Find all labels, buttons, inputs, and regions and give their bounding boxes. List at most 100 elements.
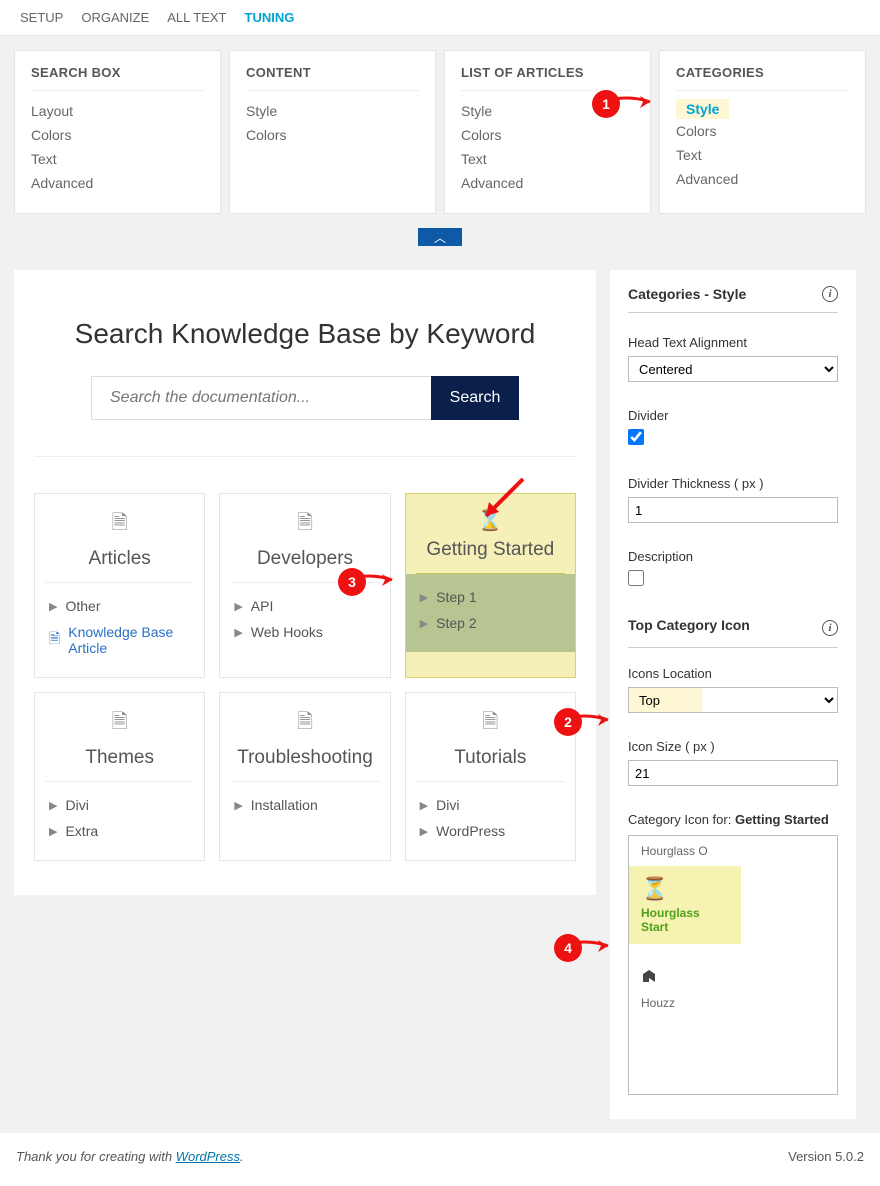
list-item[interactable]: ▶Step 2	[420, 610, 561, 636]
tab-setup[interactable]: SETUP	[20, 10, 63, 25]
panel-title: LIST OF ARTICLES	[461, 65, 634, 91]
panel-item-text[interactable]: Text	[31, 147, 204, 171]
panel-item-layout[interactable]: Layout	[31, 99, 204, 123]
card-title: Troubleshooting	[230, 747, 379, 769]
triangle-icon: ▶	[420, 799, 428, 812]
field-divider-thickness: Divider Thickness ( px )	[628, 476, 838, 523]
divider	[34, 456, 576, 457]
card-title: Articles	[45, 548, 194, 570]
list-item[interactable]: ▶Extra	[49, 818, 190, 844]
field-label: Head Text Alignment	[628, 335, 838, 350]
preview-pane: Search Knowledge Base by Keyword Search …	[14, 270, 596, 895]
panel-item-colors[interactable]: Colors	[31, 123, 204, 147]
card-title: Developers	[230, 548, 379, 570]
panel-item-style[interactable]: Style	[676, 99, 729, 119]
chevron-up-icon: ︿	[434, 229, 446, 246]
sub-header-top-icon: Top Category Icon i	[628, 617, 838, 648]
list-item[interactable]: ▶Divi	[420, 792, 561, 818]
icon-opt-houzz[interactable]: Houzz	[629, 958, 837, 1018]
panel-content: CONTENT Style Colors	[229, 50, 436, 214]
triangle-icon: ▶	[49, 600, 57, 613]
search-input[interactable]	[91, 376, 431, 420]
field-icon-size: Icon Size ( px )	[628, 739, 838, 786]
icon-size-input[interactable]	[628, 760, 838, 786]
panel-item-text[interactable]: Text	[676, 143, 849, 167]
version-label: Version 5.0.2	[788, 1149, 864, 1164]
icon-opt-hourglass-start[interactable]: ⏳ Hourglass Start	[629, 866, 741, 944]
document-icon: 🗎	[230, 707, 379, 741]
panel-item-text[interactable]: Text	[461, 147, 634, 171]
divider-checkbox[interactable]	[628, 429, 644, 445]
panel-title: SEARCH BOX	[31, 65, 204, 91]
panel-item-colors[interactable]: Colors	[246, 123, 419, 147]
search-button[interactable]: Search	[431, 376, 519, 420]
field-head-align: Head Text Alignment Centered	[628, 335, 838, 382]
list-item[interactable]: ▶Divi	[49, 792, 190, 818]
sidebar-title: Categories - Style	[628, 286, 746, 302]
card-getting-started: ⌛ Getting Started ▶Step 1 ▶Step 2	[405, 493, 576, 678]
tab-organize[interactable]: ORGANIZE	[81, 10, 149, 25]
panel-item-style[interactable]: Style	[461, 99, 634, 123]
triangle-icon: ▶	[234, 799, 242, 812]
panel-item-advanced[interactable]: Advanced	[461, 171, 634, 195]
list-item[interactable]: ▶Step 1	[420, 584, 561, 610]
field-label: Description	[628, 549, 838, 564]
cat-icon-for-label: Category Icon for: Getting Started	[628, 812, 838, 827]
main-area: Search Knowledge Base by Keyword Search …	[0, 256, 880, 1133]
sidebar-header: Categories - Style i	[628, 286, 838, 313]
panel-item-style[interactable]: Style	[246, 99, 419, 123]
search-row: Search	[34, 376, 576, 420]
field-label: Icons Location	[628, 666, 838, 681]
list-item[interactable]: ▶API	[234, 593, 375, 619]
card-themes: 🗎 Themes ▶Divi ▶Extra	[34, 692, 205, 861]
footer-text: Thank you for creating with WordPress.	[16, 1149, 244, 1164]
panel-item-colors[interactable]: Colors	[676, 119, 849, 143]
tab-all-text[interactable]: ALL TEXT	[167, 10, 226, 25]
field-description: Description	[628, 549, 838, 591]
list-item[interactable]: ▶Other	[49, 593, 190, 619]
triangle-icon: ▶	[420, 617, 428, 630]
info-icon[interactable]: i	[822, 620, 838, 636]
list-item-doc[interactable]: 🗎Knowledge Base Article	[49, 619, 190, 661]
field-icons-location: Icons Location Top	[628, 666, 838, 713]
doc-icon: 🗎	[49, 628, 60, 652]
triangle-icon: ▶	[420, 825, 428, 838]
collapse-bar: ︿	[0, 228, 880, 256]
triangle-icon: ▶	[49, 799, 57, 812]
tab-tuning[interactable]: TUNING	[245, 10, 295, 25]
head-align-select[interactable]: Centered	[628, 356, 838, 382]
panel-item-colors[interactable]: Colors	[461, 123, 634, 147]
card-title: Themes	[45, 747, 194, 769]
sidebar: Categories - Style i Head Text Alignment…	[610, 270, 856, 1119]
collapse-button[interactable]: ︿	[418, 228, 462, 246]
panel-categories: CATEGORIES Style Colors Text Advanced	[659, 50, 866, 214]
icon-opt-hourglass-o[interactable]: Hourglass O	[629, 836, 837, 866]
divider-thickness-input[interactable]	[628, 497, 838, 523]
wordpress-link[interactable]: WordPress	[176, 1149, 240, 1164]
list-item[interactable]: ▶Web Hooks	[234, 619, 375, 645]
houzz-icon	[641, 966, 825, 992]
document-icon: 🗎	[416, 707, 565, 741]
panel-item-advanced[interactable]: Advanced	[31, 171, 204, 195]
card-troubleshooting: 🗎 Troubleshooting ▶Installation	[219, 692, 390, 861]
document-icon: 🗎	[45, 707, 194, 741]
list-item[interactable]: ▶Installation	[234, 792, 375, 818]
field-label: Divider	[628, 408, 838, 423]
document-icon: 🗎	[45, 508, 194, 542]
panel-search-box: SEARCH BOX Layout Colors Text Advanced	[14, 50, 221, 214]
triangle-icon: ▶	[234, 626, 242, 639]
info-icon[interactable]: i	[822, 286, 838, 302]
hourglass-start-icon: ⏳	[641, 876, 729, 902]
description-checkbox[interactable]	[628, 570, 644, 586]
icons-location-select[interactable]: Top	[628, 687, 838, 713]
list-item[interactable]: ▶WordPress	[420, 818, 561, 844]
panel-item-advanced[interactable]: Advanced	[676, 167, 849, 191]
field-divider: Divider	[628, 408, 838, 450]
panel-title: CONTENT	[246, 65, 419, 91]
config-panels: SEARCH BOX Layout Colors Text Advanced C…	[0, 36, 880, 228]
card-title: Getting Started	[416, 539, 565, 561]
footer: Thank you for creating with WordPress. V…	[0, 1133, 880, 1174]
icon-list[interactable]: Hourglass O ⏳ Hourglass Start Houzz	[628, 835, 838, 1095]
triangle-icon: ▶	[420, 591, 428, 604]
card-title: Tutorials	[416, 747, 565, 769]
